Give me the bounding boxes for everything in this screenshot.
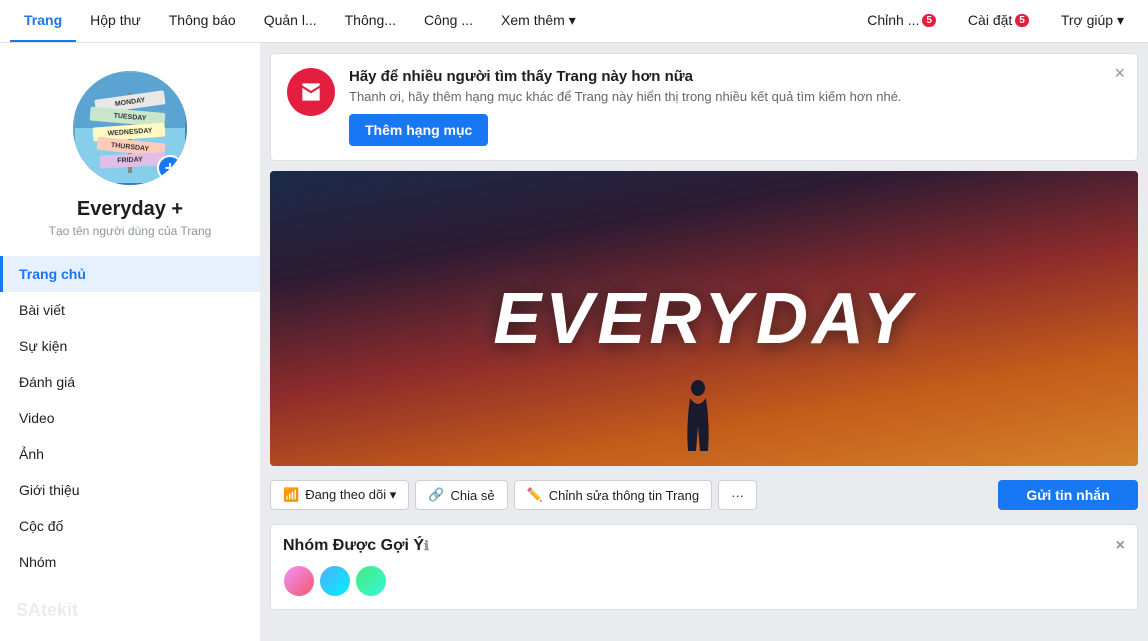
sidebar-item-video[interactable]: Video [0, 400, 260, 436]
sidebar-item-gioi-thieu[interactable]: Giới thiệu [0, 472, 260, 508]
cover-photo: EVERYDAY [270, 171, 1138, 466]
page-name: Everyday + [77, 198, 183, 221]
nav-trang[interactable]: Trang [10, 0, 76, 42]
nav-xem-them[interactable]: Xem thêm ▾ [487, 0, 590, 42]
nav-quan-ly[interactable]: Quản l... [250, 0, 331, 42]
notification-subtitle: Thanh ơi, hãy thêm hạng mục khác để Tran… [349, 89, 1121, 104]
suggested-group-header: Nhóm Được Gợi Ý ℹ × [283, 537, 1125, 555]
suggested-group-title: Nhóm Được Gợi Ý [283, 537, 424, 555]
follow-icon: 📶 [283, 487, 299, 503]
profile-avatar: MONDAY TUESDAY WEDNESDAY THURSDAY FRIDAY… [70, 68, 190, 188]
close-suggested-button[interactable]: × [1116, 537, 1125, 555]
notification-title: Hãy để nhiều người tìm thấy Trang này hơ… [349, 68, 1121, 85]
sidebar-item-danh-gia[interactable]: Đánh giá [0, 364, 260, 400]
silhouette-figure [678, 376, 718, 466]
notification-icon [287, 68, 335, 116]
follow-button[interactable]: 📶 Đang theo dõi ▾ [270, 480, 409, 510]
sidebar-item-su-kien[interactable]: Sự kiện [0, 328, 260, 364]
svg-text:FRIDAY: FRIDAY [117, 156, 143, 164]
sidebar-navigation: Trang chủ Bài viết Sự kiện Đánh giá Vide… [0, 256, 260, 580]
suggested-group-avatars [283, 565, 1125, 597]
page-username-prompt: Tạo tên người dùng của Trang [49, 224, 212, 238]
suggested-group-card: Nhóm Được Gợi Ý ℹ × [270, 524, 1138, 610]
bottom-section: Nhóm Được Gợi Ý ℹ × [270, 524, 1138, 610]
main-container: MONDAY TUESDAY WEDNESDAY THURSDAY FRIDAY… [0, 43, 1148, 641]
nav-cong-cu[interactable]: Công ... [410, 0, 487, 42]
chinh-sua-badge: 5 [922, 14, 936, 27]
nav-cai-dat[interactable]: Cài đặt 5 [954, 0, 1043, 42]
suggested-avatar-2 [319, 565, 351, 597]
sidebar-item-nhom[interactable]: Nhóm [0, 544, 260, 580]
add-category-button[interactable]: Thêm hạng mục [349, 114, 488, 146]
avatar-add-button[interactable]: + [157, 155, 183, 181]
nav-thong-ke[interactable]: Thông... [331, 0, 410, 42]
notification-close-button[interactable]: × [1114, 64, 1125, 82]
cai-dat-badge: 5 [1015, 14, 1029, 27]
sidebar-item-cuoc-do[interactable]: Cộc đố [0, 508, 260, 544]
profile-section: MONDAY TUESDAY WEDNESDAY THURSDAY FRIDAY… [0, 53, 260, 248]
right-nav-items: Chỉnh ... 5 Cài đặt 5 Trợ giúp ▾ [853, 0, 1138, 42]
notification-text: Hãy để nhiều người tìm thấy Trang này hơ… [349, 68, 1121, 146]
send-message-button[interactable]: Gửi tin nhắn [998, 480, 1138, 510]
nav-thong-bao[interactable]: Thông báo [155, 0, 250, 42]
action-bar-left: 📶 Đang theo dõi ▾ 🔗 Chia sẻ ✏️ Chỉnh sửa… [270, 480, 757, 510]
share-button[interactable]: 🔗 Chia sẻ [415, 480, 507, 510]
main-nav-items: Trang Hộp thư Thông báo Quản l... Thông.… [10, 0, 590, 42]
suggested-avatar-3 [355, 565, 387, 597]
sidebar-item-bai-viet[interactable]: Bài viết [0, 292, 260, 328]
action-bar: 📶 Đang theo dõi ▾ 🔗 Chia sẻ ✏️ Chỉnh sửa… [270, 476, 1138, 514]
watermark: SAtekit [0, 580, 260, 641]
nav-hop-thu[interactable]: Hộp thư [76, 0, 155, 42]
cover-photo-text: EVERYDAY [493, 278, 914, 360]
edit-page-button[interactable]: ✏️ Chỉnh sửa thông tin Trang [514, 480, 713, 510]
sidebar-item-trang-chu[interactable]: Trang chủ [0, 256, 260, 292]
nav-tro-giup[interactable]: Trợ giúp ▾ [1047, 0, 1138, 42]
share-icon: 🔗 [428, 487, 444, 503]
store-icon [298, 79, 324, 105]
info-icon: ℹ [424, 538, 429, 554]
sidebar-item-anh[interactable]: Ảnh [0, 436, 260, 472]
edit-icon: ✏️ [527, 487, 543, 503]
more-button[interactable]: ··· [718, 480, 757, 510]
suggested-avatar-1 [283, 565, 315, 597]
nav-chinh-sua[interactable]: Chỉnh ... 5 [853, 0, 950, 42]
sidebar: MONDAY TUESDAY WEDNESDAY THURSDAY FRIDAY… [0, 43, 260, 641]
top-navigation: Trang Hộp thư Thông báo Quản l... Thông.… [0, 0, 1148, 43]
notification-banner: Hãy để nhiều người tìm thấy Trang này hơ… [270, 53, 1138, 161]
main-content: Hãy để nhiều người tìm thấy Trang này hơ… [260, 43, 1148, 641]
